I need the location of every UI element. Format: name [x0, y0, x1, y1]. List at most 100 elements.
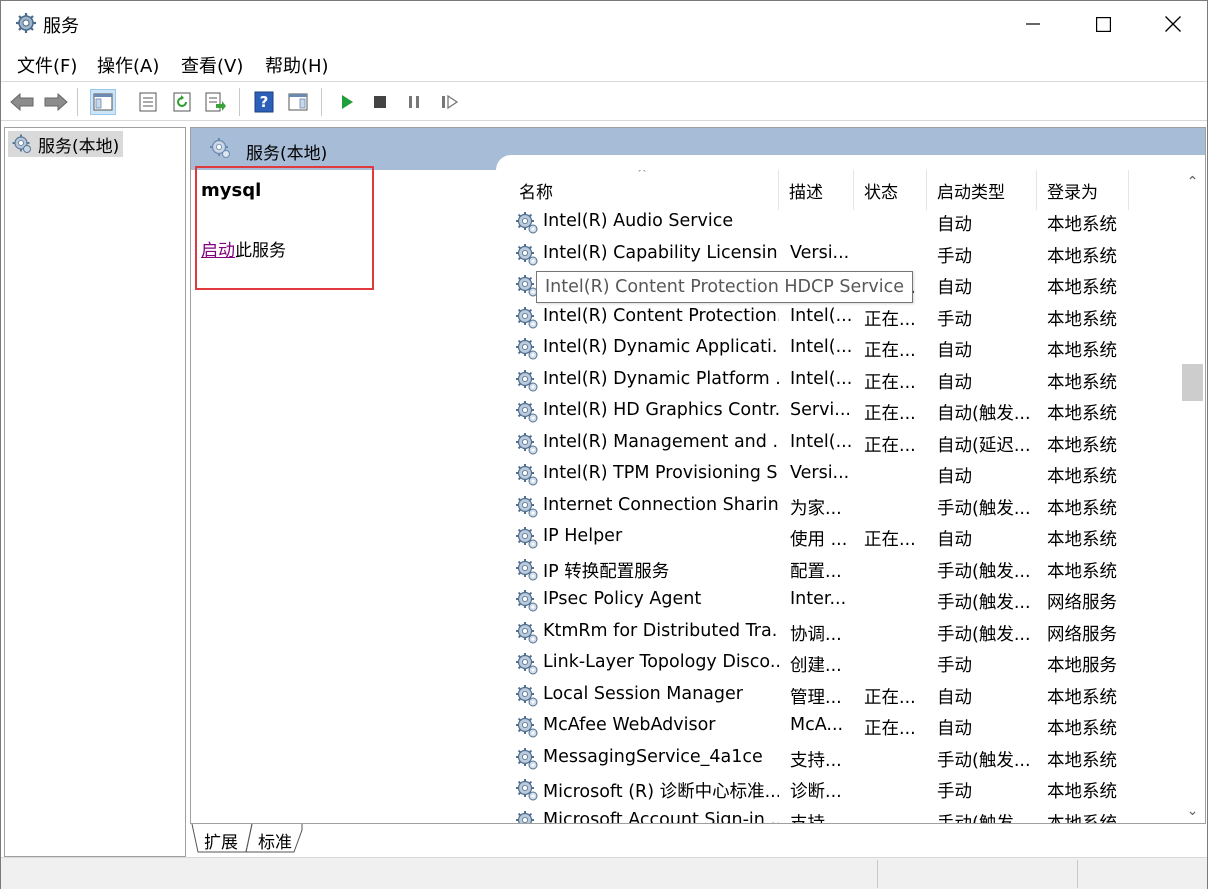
service-description: 支持...: [790, 813, 842, 824]
service-description: 支持...: [790, 750, 842, 771]
service-row[interactable]: Internet Connection Sharin... 为家... 手动(触发.…: [509, 491, 1179, 523]
service-name: MessagingService_4a1ce: [543, 746, 763, 767]
service-name: McAfee WebAdvisor: [543, 715, 716, 735]
service-row[interactable]: Intel(R) Management and ... Intel(... 正在..…: [509, 428, 1179, 460]
service-row[interactable]: Microsoft (R) 诊断中心标准... 诊断... 手动 本地系统: [509, 774, 1179, 806]
menu-action[interactable]: 操作(A): [97, 52, 159, 78]
column-header-description[interactable]: 描述: [779, 170, 854, 210]
gear-icon: [515, 337, 539, 366]
service-startup-type: 手动(触发...: [937, 813, 1031, 824]
svg-text:?: ?: [260, 93, 269, 111]
properties-icon[interactable]: [135, 89, 161, 115]
service-name: Local Session Manager: [543, 683, 743, 704]
show-hide-action-pane-icon[interactable]: [285, 89, 311, 115]
service-row[interactable]: IPsec Policy Agent Inter... 手动(触发... 网络服务: [509, 585, 1179, 617]
scroll-up-icon[interactable]: ⌃: [1180, 170, 1205, 194]
service-row[interactable]: Intel(R) Content Protection... Intel(... 正…: [509, 302, 1179, 334]
tree-item-label: 服务(本地): [38, 136, 120, 157]
column-desc-label: 描述: [789, 182, 823, 203]
service-description: 协调...: [790, 624, 842, 645]
service-logon-as: 本地系统: [1047, 341, 1117, 361]
service-row[interactable]: Local Session Manager 管理... 正在... 自动 本地系统: [509, 680, 1179, 712]
service-logon-as: 本地系统: [1047, 372, 1117, 393]
gear-icon: [515, 369, 539, 398]
service-row[interactable]: Intel(R) Dynamic Platform ... Intel(... 正在…: [509, 365, 1179, 397]
service-row[interactable]: Intel(R) Dynamic Applicati... Intel(... 正在…: [509, 333, 1179, 365]
gear-icon: [15, 12, 37, 34]
help-icon[interactable]: ?: [251, 89, 277, 115]
scroll-thumb[interactable]: [1182, 364, 1203, 401]
service-startup-type: 手动(触发...: [937, 593, 1031, 613]
service-row[interactable]: Intel(R) Capability Licensin... Versi... 手…: [509, 239, 1179, 271]
service-startup-type: 自动: [937, 215, 972, 235]
service-startup-type: 手动: [937, 656, 972, 676]
service-description: 配置...: [790, 561, 842, 582]
service-row[interactable]: McAfee WebAdvisor McA... 正在... 自动 本地系统: [509, 711, 1179, 743]
restart-service-icon[interactable]: [437, 89, 463, 115]
service-row[interactable]: Link-Layer Topology Disco... 创建... 手动 本地服务: [509, 648, 1179, 680]
service-startup-type: 自动: [937, 467, 972, 487]
column-header-startup-type[interactable]: 启动类型: [927, 170, 1037, 210]
stop-service-icon[interactable]: [367, 89, 393, 115]
window-title: 服务: [43, 16, 79, 37]
forward-icon[interactable]: [43, 89, 69, 115]
service-row[interactable]: IP 转换配置服务 配置... 手动(触发... 本地系统: [509, 554, 1179, 586]
service-description: Intel(...: [790, 305, 852, 326]
view-tabs: 扩展 标准: [190, 824, 1206, 858]
service-startup-type: 手动(触发...: [937, 624, 1031, 645]
pause-service-icon[interactable]: [401, 89, 427, 115]
service-startup-type: 自动: [937, 341, 972, 361]
service-startup-type: 手动(触发...: [937, 750, 1031, 771]
scroll-down-icon[interactable]: ⌄: [1180, 799, 1205, 823]
gear-icon: [515, 810, 539, 823]
gear-icon: [515, 558, 539, 587]
show-hide-console-tree-icon[interactable]: [90, 89, 116, 115]
service-row[interactable]: Intel(R) Audio Service 自动 本地系统: [509, 207, 1179, 239]
service-row[interactable]: Microsoft Account Sign-in ... 支持... 手动(触发.…: [509, 806, 1179, 824]
maximize-button[interactable]: [1068, 1, 1138, 47]
column-header-status[interactable]: 状态: [854, 170, 927, 210]
export-list-icon[interactable]: [203, 89, 229, 115]
status-bar: [1, 857, 1207, 889]
service-row[interactable]: IP Helper 使用 ... 正在... 自动 本地系统: [509, 522, 1179, 554]
service-description: Intel(...: [790, 337, 852, 357]
service-name: Internet Connection Sharin...: [543, 494, 779, 515]
service-logon-as: 网络服务: [1047, 624, 1117, 645]
close-button[interactable]: [1138, 1, 1208, 47]
services-pane: 服务(本地) mysql 启动此服务 名称 ^ 描述 状态 启动类型 登录为 I…: [190, 127, 1206, 824]
console-tree: 服务(本地): [4, 127, 186, 857]
service-status: 正在...: [864, 372, 916, 393]
gear-icon: [515, 463, 539, 492]
service-row[interactable]: MessagingService_4a1ce 支持... 手动(触发... 本地系统: [509, 743, 1179, 775]
back-icon[interactable]: [9, 89, 35, 115]
tab-standard[interactable]: 标准: [258, 826, 292, 854]
menu-view[interactable]: 查看(V): [181, 52, 243, 78]
service-description: 为家...: [790, 498, 842, 519]
service-name: Intel(R) Dynamic Applicati...: [543, 337, 779, 357]
vertical-scrollbar[interactable]: ⌃ ⌄: [1180, 170, 1205, 823]
service-description: McA...: [790, 715, 844, 735]
refresh-icon[interactable]: [169, 89, 195, 115]
column-header-logon-as[interactable]: 登录为: [1037, 170, 1129, 210]
start-service-icon[interactable]: [334, 89, 360, 115]
service-row[interactable]: Intel(R) TPM Provisioning S... Versi... 自动…: [509, 459, 1179, 491]
service-startup-type: 自动: [937, 372, 972, 393]
service-description: 诊断...: [790, 782, 842, 802]
service-status: 正在...: [864, 435, 916, 456]
tab-extended[interactable]: 扩展: [204, 826, 238, 854]
menu-file[interactable]: 文件(F): [17, 52, 77, 78]
column-header-name[interactable]: 名称 ^: [509, 170, 779, 210]
tree-item-services-local[interactable]: 服务(本地): [8, 131, 124, 157]
service-row[interactable]: KtmRm for Distributed Tra... 协调... 手动(触发..…: [509, 617, 1179, 649]
pane-title: 服务(本地): [246, 144, 328, 164]
service-startup-type: 手动: [937, 309, 972, 330]
minimize-button[interactable]: [998, 1, 1068, 47]
service-description: Versi...: [790, 242, 850, 263]
sort-ascending-icon: ^: [637, 170, 648, 180]
service-name: Link-Layer Topology Disco...: [543, 652, 779, 672]
service-name: IPsec Policy Agent: [543, 589, 702, 609]
service-logon-as: 网络服务: [1047, 593, 1117, 613]
menu-help[interactable]: 帮助(H): [265, 52, 329, 78]
gear-icon: [515, 652, 539, 681]
service-row[interactable]: Intel(R) HD Graphics Contr... Servi... 正在.…: [509, 396, 1179, 428]
